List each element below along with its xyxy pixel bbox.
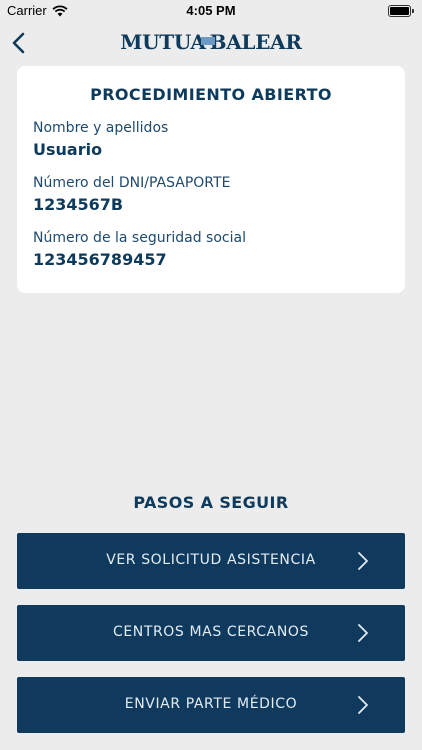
status-time: 4:05 PM [186, 3, 236, 18]
button-label: VER SOLICITUD ASISTENCIA [106, 552, 316, 568]
procedure-card: PROCEDIMIENTO ABIERTO Nombre y apellidos… [17, 66, 405, 293]
social-security-label: Número de la seguridad social [33, 230, 246, 246]
dni-value: 1234567B [33, 195, 124, 214]
navigation-bar: MUTUA BALEAR [0, 22, 422, 66]
dni-label: Número del DNI/PASAPORTE [33, 175, 231, 191]
status-bar: Carrier 4:05 PM [0, 0, 422, 22]
send-medical-report-button[interactable]: ENVIAR PARTE MÉDICO [17, 677, 405, 733]
button-label: CENTROS MAS CERCANOS [112, 624, 310, 640]
battery-icon [388, 5, 414, 17]
social-security-value: 123456789457 [33, 250, 167, 269]
button-label: ENVIAR PARTE MÉDICO [124, 696, 298, 712]
card-title: PROCEDIMIENTO ABIERTO [90, 85, 332, 104]
nearest-centers-button[interactable]: CENTROS MAS CERCANOS [17, 605, 405, 661]
steps-title: PASOS A SEGUIR [133, 493, 289, 512]
logo-text-right: BALEAR [209, 30, 302, 54]
chevron-right-icon [358, 696, 368, 714]
logo-text-left: MUTUA [120, 30, 206, 54]
name-value: Usuario [33, 140, 103, 159]
chevron-right-icon [358, 552, 368, 570]
logo-mark-icon [200, 36, 215, 45]
mutua-balear-logo: MUTUA BALEAR [0, 30, 422, 54]
view-assistance-request-button[interactable]: VER SOLICITUD ASISTENCIA [17, 533, 405, 589]
name-label: Nombre y apellidos [33, 120, 169, 136]
chevron-right-icon [358, 624, 368, 642]
